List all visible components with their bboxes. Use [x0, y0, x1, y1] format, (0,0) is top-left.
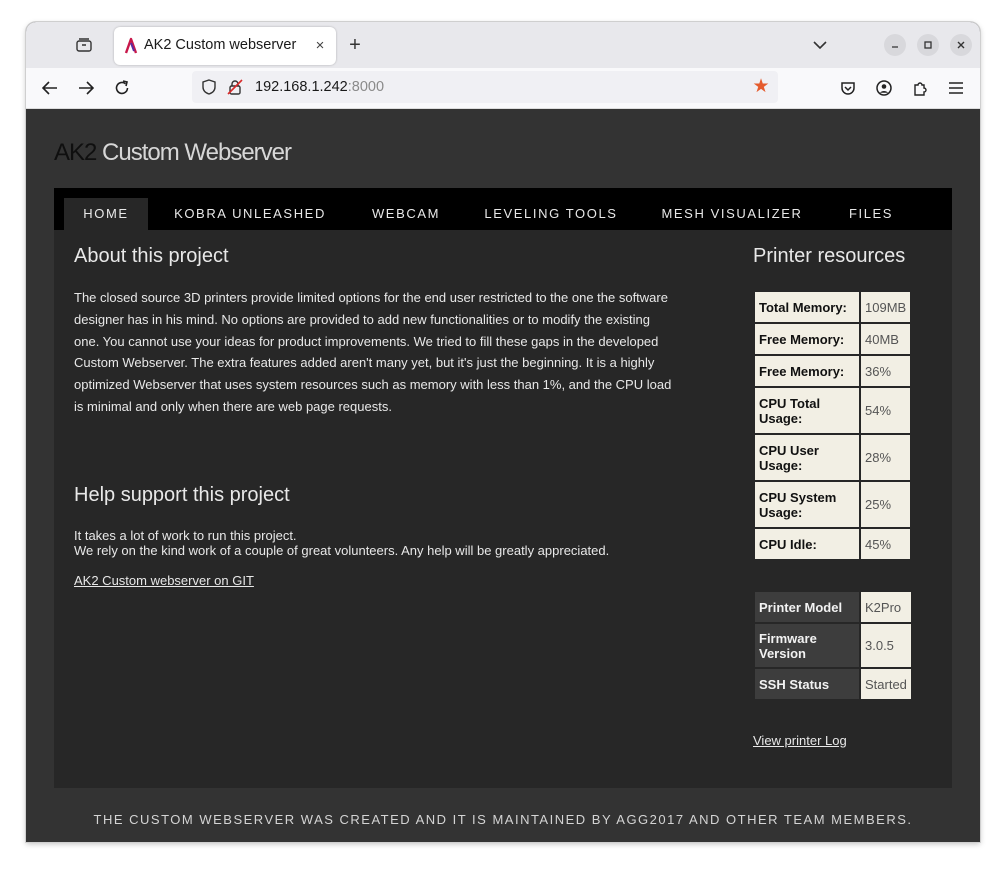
resource-label: CPU System Usage:: [755, 482, 859, 527]
info-value: Started: [861, 669, 911, 699]
forward-arrow-icon[interactable]: [75, 77, 97, 99]
table-row: CPU Total Usage: 54%: [755, 388, 911, 433]
maximize-icon[interactable]: [917, 34, 939, 56]
nav-home[interactable]: HOME: [64, 198, 148, 230]
plus-icon[interactable]: +: [344, 34, 366, 56]
tab-strip: AK2 Custom webserver × +: [26, 22, 980, 68]
close-icon[interactable]: ×: [310, 35, 330, 55]
table-row: CPU System Usage: 25%: [755, 482, 911, 527]
bookmark-star-icon[interactable]: ★: [752, 77, 770, 96]
insecure-lock-icon[interactable]: [226, 78, 244, 96]
resources-heading: Printer resources: [753, 245, 906, 267]
resource-label: Free Memory:: [755, 356, 859, 386]
printer-info-table: Printer Model K2Pro Firmware Version 3.0.5…: [753, 590, 913, 701]
about-heading: About this project: [74, 245, 229, 267]
browser-window: AK2 Custom webserver × + 192.168.1.242:8…: [26, 22, 980, 842]
table-row: Printer Model K2Pro: [755, 592, 911, 622]
resource-label: CPU Idle:: [755, 529, 859, 559]
view-printer-log-link[interactable]: View printer Log: [753, 733, 847, 748]
nav-mesh-visualizer[interactable]: MESH VISUALIZER: [642, 198, 822, 230]
resource-value: 36%: [861, 356, 911, 386]
browser-tab[interactable]: AK2 Custom webserver ×: [114, 27, 336, 65]
site-title: AK2 Custom Webserver: [54, 139, 292, 167]
url-host: 192.168.1.242: [255, 79, 348, 95]
extensions-icon[interactable]: [909, 77, 931, 99]
resource-value: 45%: [861, 529, 911, 559]
tab-title: AK2 Custom webserver: [144, 37, 297, 53]
nav-webcam[interactable]: WEBCAM: [352, 198, 460, 230]
table-row: CPU Idle: 45%: [755, 529, 911, 559]
minimize-icon[interactable]: [884, 34, 906, 56]
window-close-icon[interactable]: [950, 34, 972, 56]
favicon-icon: [122, 37, 140, 55]
footer-text: THE CUSTOM WEBSERVER WAS CREATED AND IT …: [93, 812, 913, 827]
table-row: Total Memory: 109MB: [755, 292, 911, 322]
resource-value: 109MB: [861, 292, 911, 322]
resource-value: 25%: [861, 482, 911, 527]
resource-label: CPU User Usage:: [755, 435, 859, 480]
help-line-2: We rely on the kind work of a couple of …: [74, 543, 610, 558]
resource-value: 28%: [861, 435, 911, 480]
back-arrow-icon[interactable]: [39, 77, 61, 99]
resources-table: Total Memory: 109MB Free Memory: 40MB Free…: [753, 290, 912, 561]
table-row: Free Memory: 36%: [755, 356, 911, 386]
tabs-overview-icon[interactable]: [74, 35, 94, 55]
help-line-1: It takes a lot of work to run this proje…: [74, 528, 297, 543]
resource-label: Free Memory:: [755, 324, 859, 354]
table-row: Free Memory: 40MB: [755, 324, 911, 354]
reload-icon[interactable]: [111, 77, 133, 99]
site-title-ak2: AK2: [54, 139, 97, 166]
pocket-icon[interactable]: [837, 77, 859, 99]
resource-value: 54%: [861, 388, 911, 433]
nav-leveling-tools[interactable]: LEVELING TOOLS: [470, 198, 632, 230]
resource-value: 40MB: [861, 324, 911, 354]
info-value: K2Pro: [861, 592, 911, 622]
help-text: It takes a lot of work to run this proje…: [74, 528, 609, 558]
git-link[interactable]: AK2 Custom webserver on GIT: [74, 573, 254, 588]
url-port: :8000: [347, 79, 385, 95]
site-title-rest: Custom Webserver: [96, 139, 292, 166]
help-heading: Help support this project: [74, 484, 290, 506]
info-value: 3.0.5: [861, 624, 911, 667]
info-label: Firmware Version: [755, 624, 859, 667]
nav-kobra-unleashed[interactable]: KOBRA UNLEASHED: [158, 198, 342, 230]
main-panel: About this project The closed source 3D …: [54, 230, 952, 788]
top-navigation: HOME KOBRA UNLEASHED WEBCAM LEVELING TOO…: [54, 188, 952, 230]
url-text: 192.168.1.242:8000: [255, 79, 384, 95]
url-bar[interactable]: 192.168.1.242:8000 ★: [192, 71, 778, 103]
table-row: CPU User Usage: 28%: [755, 435, 911, 480]
info-label: Printer Model: [755, 592, 859, 622]
resource-label: Total Memory:: [755, 292, 859, 322]
shield-icon[interactable]: [200, 78, 218, 96]
chevron-down-icon[interactable]: [810, 35, 830, 55]
resource-label: CPU Total Usage:: [755, 388, 859, 433]
info-label: SSH Status: [755, 669, 859, 699]
table-row: Firmware Version 3.0.5: [755, 624, 911, 667]
table-row: SSH Status Started: [755, 669, 911, 699]
about-text: The closed source 3D printers provide li…: [74, 290, 672, 414]
menu-icon[interactable]: [945, 77, 967, 99]
navigation-toolbar: 192.168.1.242:8000 ★: [26, 68, 980, 109]
nav-files[interactable]: FILES: [832, 198, 910, 230]
account-icon[interactable]: [873, 77, 895, 99]
page-content: AK2 Custom Webserver HOME KOBRA UNLEASHE…: [26, 109, 980, 842]
